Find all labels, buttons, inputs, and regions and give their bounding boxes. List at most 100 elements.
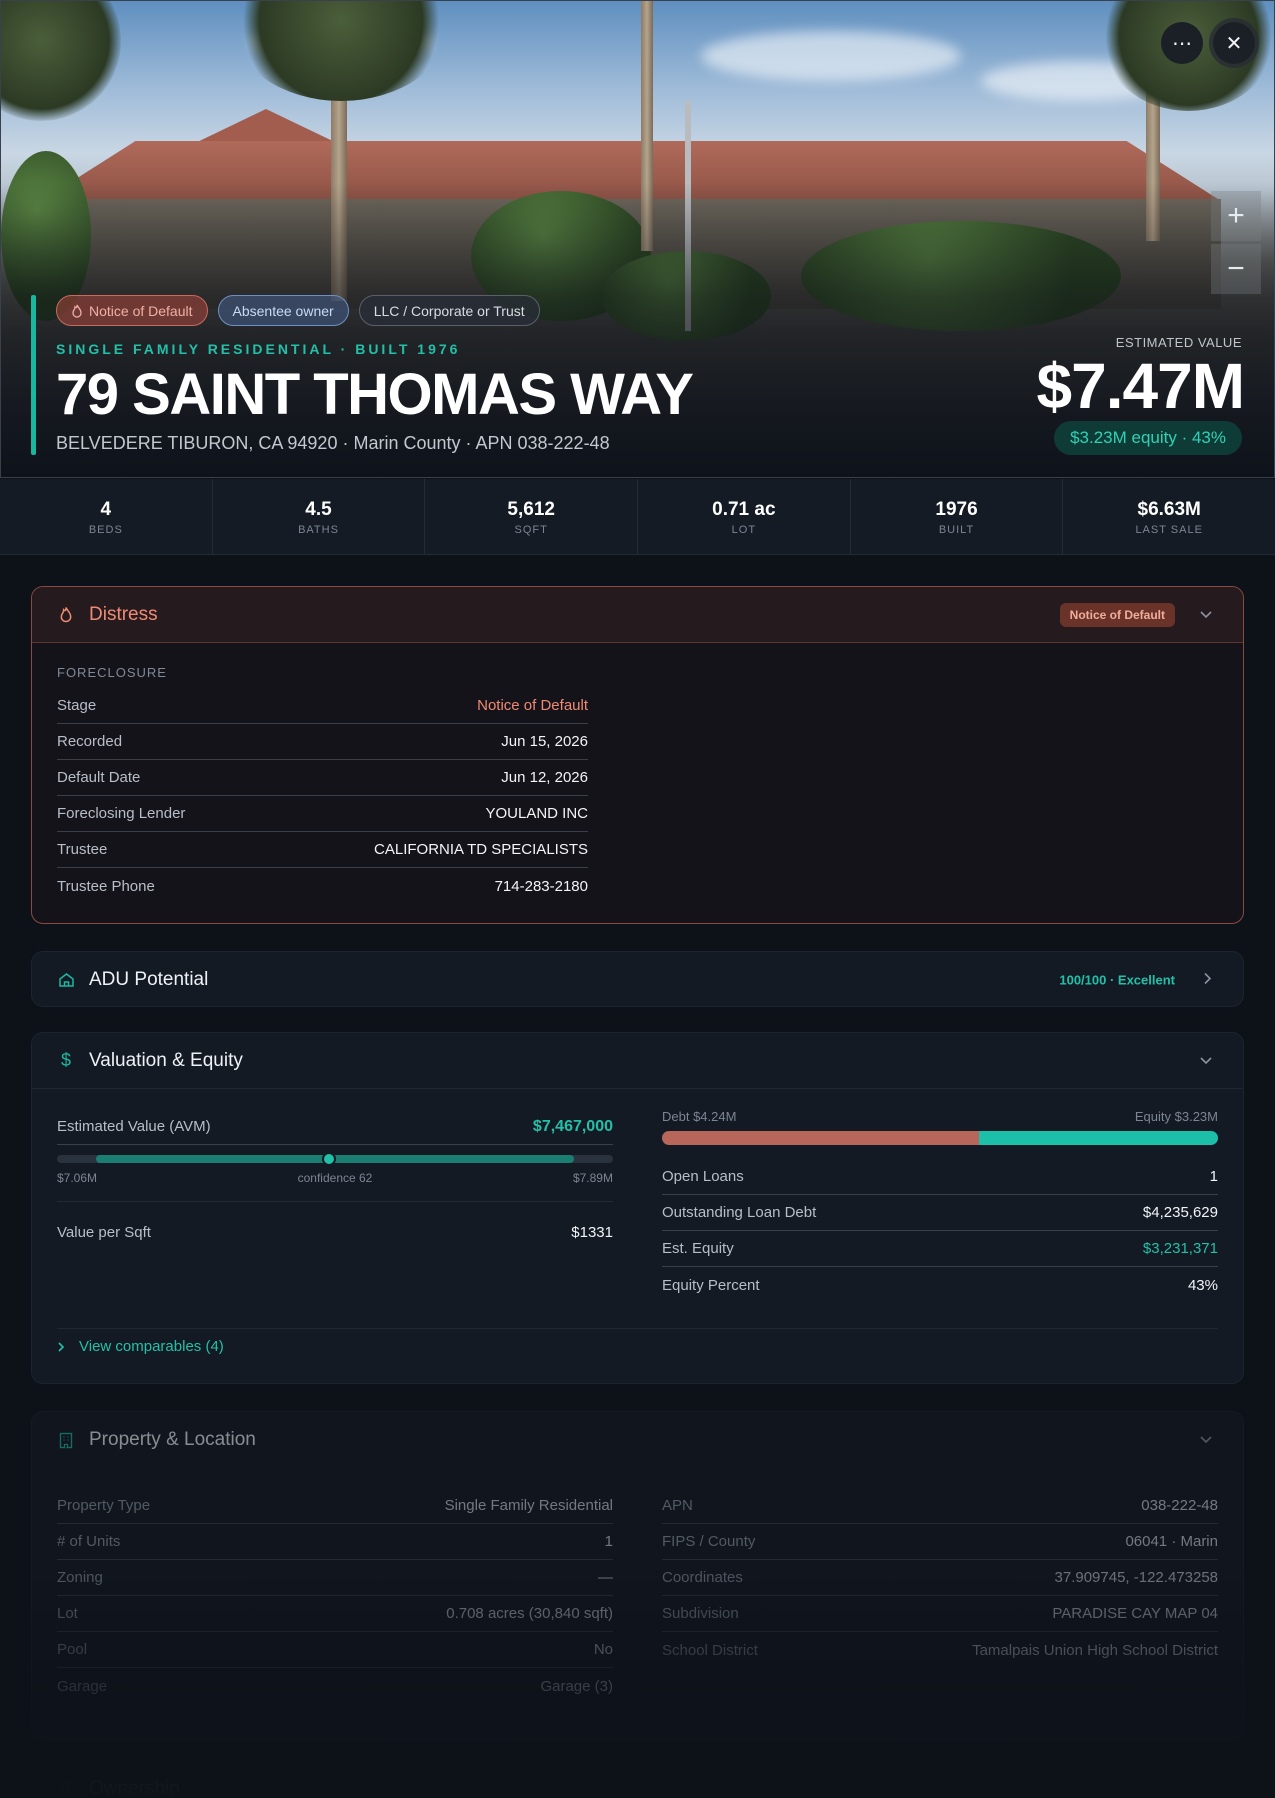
kv-key: Estimated Value (AVM) <box>57 1118 211 1135</box>
kv-key: Outstanding Loan Debt <box>662 1204 817 1221</box>
range-high: $7.89M <box>572 1171 613 1185</box>
kv-key: Lot <box>57 1605 78 1622</box>
flame-icon <box>57 606 75 624</box>
ellipsis-icon: ⋯ <box>1172 32 1192 55</box>
adu-header[interactable]: ADU Potential 100/100 · Excellent <box>32 952 1243 1006</box>
kv-value: Tamalpais Union High School District <box>972 1641 1218 1659</box>
kv-key: Value per Sqft <box>57 1223 151 1241</box>
stat-value: 1976 <box>935 499 978 520</box>
property-title: Property & Location <box>89 1429 256 1450</box>
chevron-down-icon[interactable] <box>1199 607 1213 623</box>
kv-value: Single Family Residential <box>444 1497 613 1514</box>
kv-key: Recorded <box>57 733 123 750</box>
kv-row-apn: APN 038-222-48 <box>662 1488 1218 1524</box>
stat-label: BUILT <box>938 524 975 536</box>
kv-row-school-district: School District Tamalpais Union High Scho… <box>662 1632 1218 1668</box>
kv-row-lot: Lot 0.708 acres (30,840 sqft) <box>57 1596 613 1632</box>
kv-value: Notice of Default <box>477 697 588 714</box>
tag-absentee-owner[interactable]: Absentee owner <box>217 295 349 326</box>
ownership-header[interactable]: Ownership <box>32 1761 1243 1798</box>
kv-key: Open Loans <box>662 1168 744 1185</box>
kv-key: Coordinates <box>662 1569 743 1586</box>
property-right-column: APN 038-222-48 FIPS / County 06041 · Marin… <box>662 1488 1218 1668</box>
kv-value: 06041 · Marin <box>1125 1533 1218 1550</box>
stat-label: BATHS <box>298 524 339 536</box>
user-icon <box>57 1780 75 1798</box>
stat-value: 4 <box>100 499 112 520</box>
tag-label: Notice of Default <box>89 302 193 319</box>
kv-key: APN <box>662 1497 693 1514</box>
estimated-value-label: ESTIMATED VALUE <box>1115 335 1242 350</box>
dollar-icon: $ <box>60 1050 71 1070</box>
valuation-header[interactable]: $ Valuation & Equity <box>32 1033 1243 1089</box>
debt-equity-bar <box>662 1131 1218 1145</box>
ownership-card: Ownership <box>31 1760 1244 1798</box>
kv-row-property-type: Property Type Single Family Residential <box>57 1488 613 1524</box>
adu-potential-card[interactable]: ADU Potential 100/100 · Excellent <box>31 951 1244 1007</box>
adu-title: ADU Potential <box>89 969 209 990</box>
stat-baths: 4.5 BATHS <box>213 479 426 554</box>
kv-row-recorded: Recorded Jun 15, 2026 <box>57 724 588 760</box>
debt-label: Debt $4.24M <box>662 1109 737 1124</box>
kv-row-trustee-phone: Trustee Phone 714-283-2180 <box>57 868 588 904</box>
stat-value: $6.63M <box>1137 499 1201 520</box>
debt-segment <box>662 1131 979 1145</box>
property-left-column: Property Type Single Family Residential #… <box>57 1488 613 1704</box>
kv-key: Foreclosing Lender <box>57 805 186 822</box>
kv-key: Equity Percent <box>662 1276 760 1294</box>
kv-value: — <box>598 1569 613 1586</box>
tag-label: Absentee owner <box>232 302 334 319</box>
accent-bar <box>31 295 36 455</box>
tag-llc-corporate[interactable]: LLC / Corporate or Trust <box>358 295 540 326</box>
zoom-in-button[interactable]: + <box>1211 191 1261 241</box>
adu-score-badge: 100/100 · Excellent <box>1059 972 1175 988</box>
kv-key: Garage <box>57 1677 108 1695</box>
stat-beds: 4 BEDS <box>0 479 213 554</box>
kv-row-stage: Stage Notice of Default <box>57 688 588 724</box>
kv-value: 1 <box>604 1533 613 1550</box>
close-icon: ✕ <box>1225 32 1243 55</box>
kv-key: Default Date <box>57 769 141 786</box>
stat-last-sale: $6.63M LAST SALE <box>1063 479 1275 554</box>
kv-row-garage: Garage Garage (3) <box>57 1668 613 1704</box>
property-location-card: Property & Location Property Type Single … <box>31 1411 1244 1741</box>
kv-row-subdivision: Subdivision PARADISE CAY MAP 04 <box>662 1596 1218 1632</box>
zoom-out-button[interactable]: − <box>1211 244 1261 294</box>
view-comparables-link[interactable]: View comparables (4) <box>57 1338 224 1355</box>
property-locality: BELVEDERE TIBURON, CA 94920 · Marin Coun… <box>56 433 610 453</box>
distress-header[interactable]: Distress Notice of Default <box>32 587 1243 643</box>
close-button[interactable]: ✕ <box>1209 18 1259 68</box>
kv-value: $1331 <box>571 1223 613 1241</box>
kv-row-default-date: Default Date Jun 12, 2026 <box>57 760 588 796</box>
equity-pill: $3.23M equity · 43% <box>1054 421 1242 455</box>
minus-icon: − <box>1227 252 1245 285</box>
kv-value: 038-222-48 <box>1141 1497 1218 1514</box>
kv-value: 0.708 acres (30,840 sqft) <box>446 1605 613 1622</box>
stat-built: 1976 BUILT <box>851 479 1064 554</box>
kv-value: Jun 12, 2026 <box>501 769 588 786</box>
flame-icon <box>72 304 82 318</box>
home-icon <box>57 971 75 989</box>
stats-bar: 4 BEDS 4.5 BATHS 5,612 SQFT 0.71 ac LOT … <box>0 479 1275 555</box>
kv-value[interactable]: 714-283-2180 <box>495 878 588 895</box>
tag-notice-of-default[interactable]: Notice of Default <box>56 295 208 326</box>
avm-marker <box>322 1152 337 1166</box>
stat-label: SQFT <box>514 524 548 536</box>
kv-value: Garage (3) <box>540 1677 613 1695</box>
chevron-right-icon <box>58 1341 65 1352</box>
building-icon <box>57 1431 75 1449</box>
kv-value: 1 <box>1209 1168 1218 1185</box>
comparables-label: View comparables (4) <box>79 1338 224 1355</box>
hero-photo: ⋯ ✕ + − Notice of Default Absentee owner… <box>0 0 1275 478</box>
kv-value: YOULAND INC <box>485 805 588 822</box>
stat-lot: 0.71 ac LOT <box>638 479 851 554</box>
distress-title: Distress <box>89 603 158 625</box>
chevron-down-icon[interactable] <box>1199 1432 1213 1448</box>
property-header[interactable]: Property & Location <box>32 1412 1243 1468</box>
kv-row-avm: Estimated Value (AVM) $7,467,000 <box>57 1109 613 1145</box>
kv-key: School District <box>662 1641 758 1659</box>
chevron-down-icon[interactable] <box>1199 1053 1213 1069</box>
more-options-button[interactable]: ⋯ <box>1161 22 1203 64</box>
estimated-value: $7.47M <box>1036 350 1245 422</box>
chevron-right-icon[interactable] <box>1203 972 1213 989</box>
